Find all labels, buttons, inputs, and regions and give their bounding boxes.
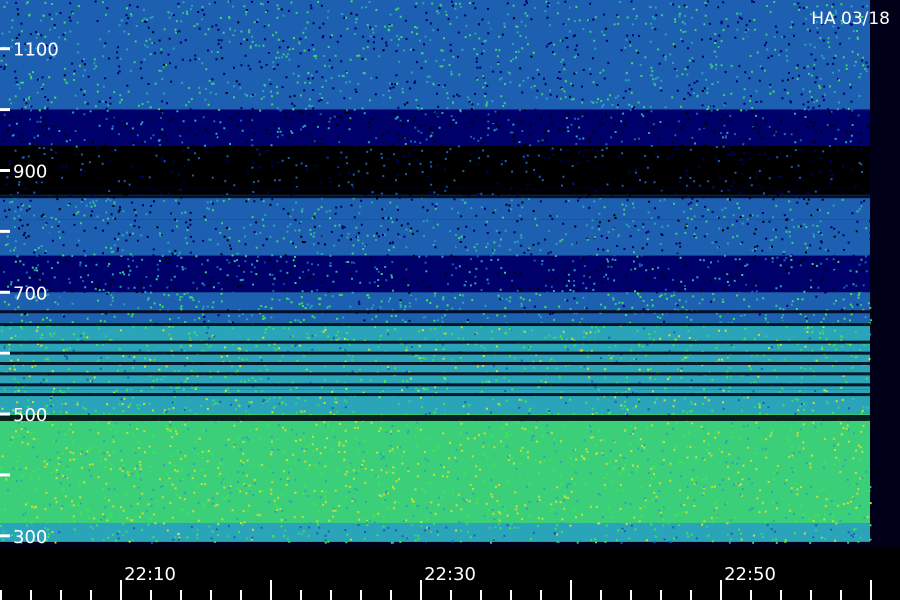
x-minor-tick <box>330 590 332 600</box>
x-minor-tick <box>150 590 152 600</box>
x-minor-tick <box>30 590 32 600</box>
x-minor-tick <box>390 590 392 600</box>
y-tick-label: 900 <box>13 161 47 182</box>
x-minor-tick <box>480 590 482 600</box>
x-major-tick <box>720 580 722 600</box>
y-tick <box>0 47 10 51</box>
x-minor-tick <box>660 590 662 600</box>
dark-line <box>0 362 870 366</box>
y-tick <box>0 412 10 416</box>
x-minor-tick <box>750 590 752 600</box>
x-minor-tick <box>360 590 362 600</box>
chart-title: HA 03/18 <box>811 9 890 29</box>
x-minor-tick <box>300 590 302 600</box>
x-tick-label: 22:50 <box>724 564 776 585</box>
x-minor-tick <box>690 590 692 600</box>
dark-line <box>0 372 870 376</box>
intensity-band <box>0 0 870 110</box>
dark-line <box>0 310 870 314</box>
dark-line <box>0 195 870 199</box>
dark-line <box>0 340 870 344</box>
y-tick <box>0 168 10 172</box>
x-major-tick <box>870 580 872 600</box>
x-minor-tick <box>90 590 92 600</box>
y-tick-label: 700 <box>13 283 47 304</box>
x-minor-tick <box>780 590 782 600</box>
x-tick-label: 22:30 <box>424 564 476 585</box>
x-major-tick <box>270 580 272 600</box>
y-minor-tick <box>0 108 10 112</box>
y-minor-tick <box>0 351 10 355</box>
x-minor-tick <box>540 590 542 600</box>
x-minor-tick <box>0 590 2 600</box>
x-major-tick <box>570 580 572 600</box>
dark-line <box>0 393 870 397</box>
x-minor-tick <box>810 590 812 600</box>
dark-line <box>0 323 870 327</box>
x-major-tick <box>120 580 122 600</box>
y-minor-tick <box>0 229 10 233</box>
intensity-band <box>0 255 870 293</box>
dark-line <box>0 383 870 387</box>
x-minor-tick <box>450 590 452 600</box>
y-tick-label: 300 <box>13 527 47 548</box>
dark-line <box>0 187 870 191</box>
intensity-band <box>0 523 870 542</box>
x-minor-tick <box>60 590 62 600</box>
x-major-tick <box>420 580 422 600</box>
spectrogram-chart: 1100 900 700 500 300 22:10 22:30 22:50 HA 03/1… <box>0 0 900 600</box>
x-minor-tick <box>180 590 182 600</box>
y-tick <box>0 290 10 294</box>
x-minor-tick <box>840 590 842 600</box>
x-minor-tick <box>630 590 632 600</box>
x-minor-tick <box>600 590 602 600</box>
dark-line <box>0 414 870 421</box>
y-minor-tick <box>0 473 10 477</box>
x-minor-tick <box>210 590 212 600</box>
y-tick-label: 1100 <box>13 40 59 61</box>
y-tick-label: 500 <box>13 405 47 426</box>
x-minor-tick <box>510 590 512 600</box>
x-minor-tick <box>240 590 242 600</box>
y-tick <box>0 534 10 538</box>
x-tick-label: 22:10 <box>124 564 176 585</box>
dark-line <box>0 351 870 355</box>
